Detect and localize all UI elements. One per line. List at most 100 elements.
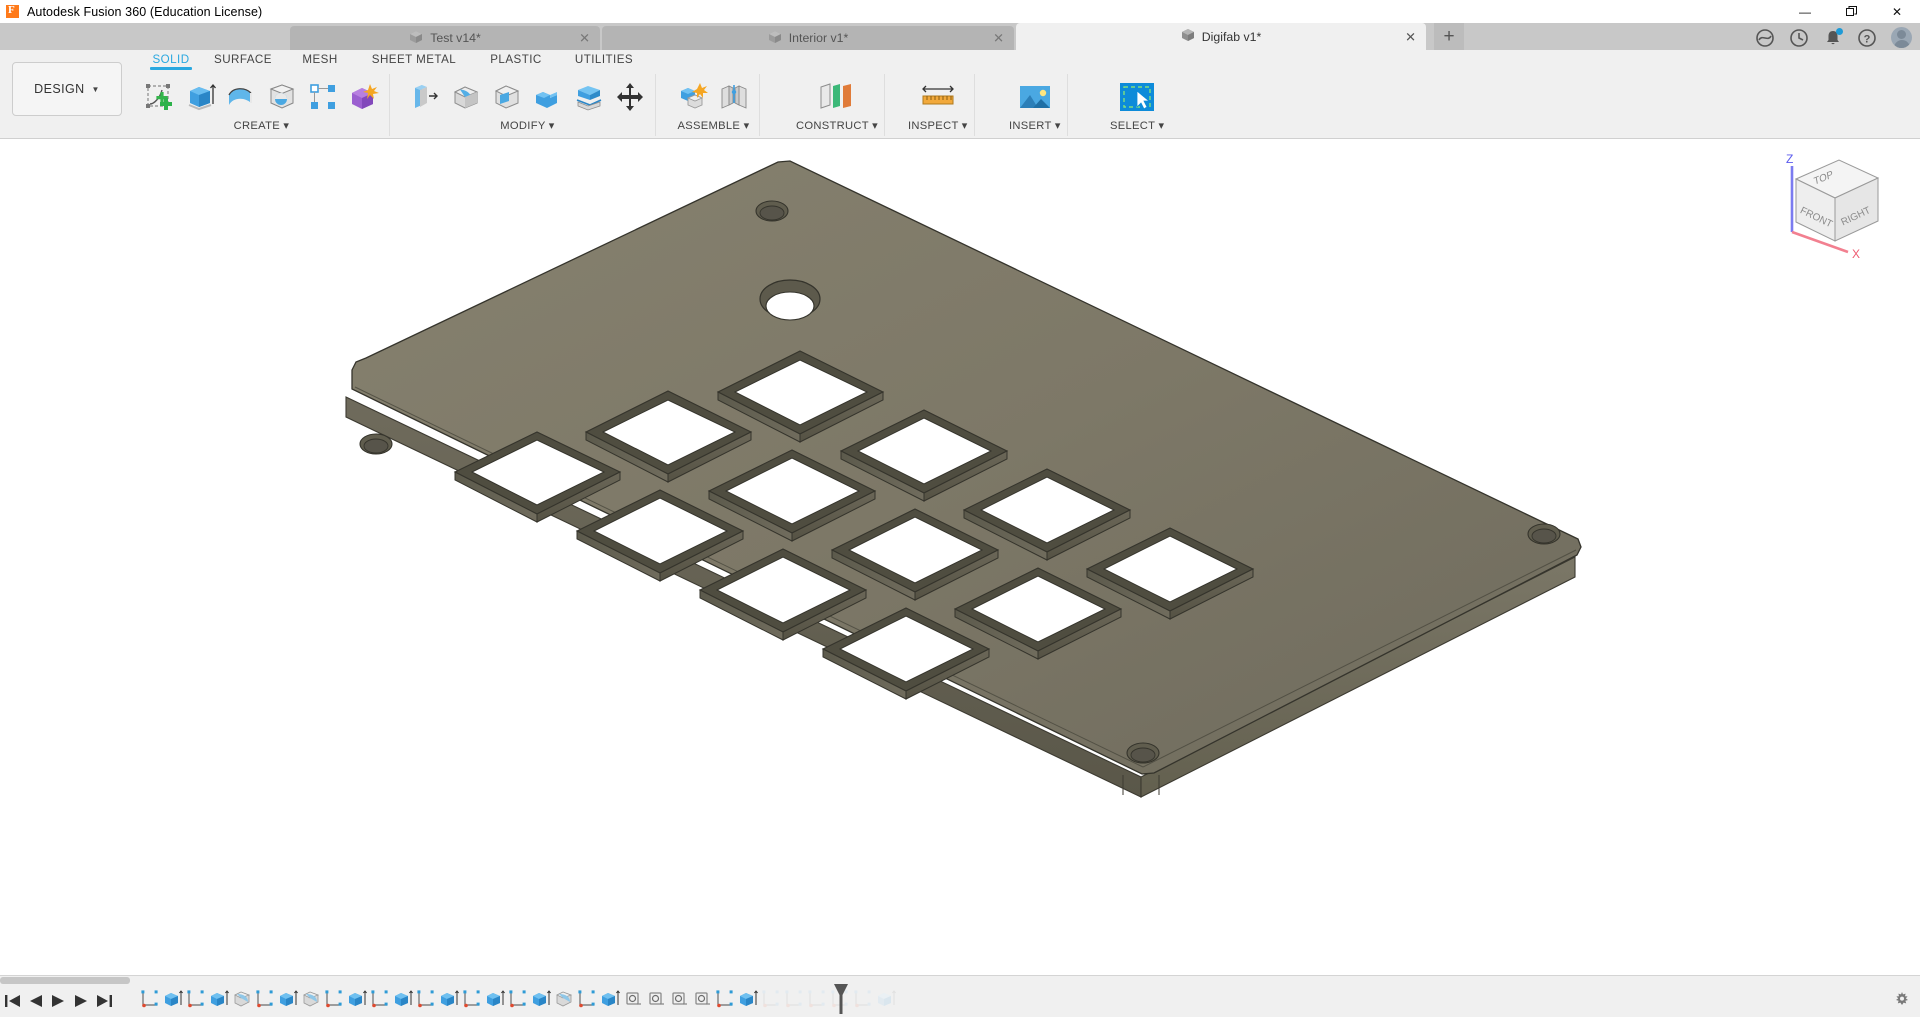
timeline-feature-sketch[interactable]: [186, 989, 208, 1013]
timeline-feature-sketch[interactable]: [416, 989, 438, 1013]
scrollbar-thumb[interactable]: [0, 977, 130, 984]
tabstrip-right-tools: ?: [1755, 27, 1912, 48]
notifications-bell-icon[interactable]: [1823, 27, 1843, 48]
ribbon-group-label-modify[interactable]: MODIFY ▾: [500, 119, 554, 132]
pattern-icon[interactable]: [304, 78, 342, 116]
timeline-feature-extrude[interactable]: [209, 989, 231, 1013]
close-tab-icon[interactable]: ✕: [993, 32, 1004, 45]
move-copy-icon[interactable]: [611, 78, 649, 116]
new-component-icon[interactable]: [674, 78, 712, 116]
sphere-icon[interactable]: [263, 78, 301, 116]
tab-plastic[interactable]: PLASTIC: [472, 50, 560, 70]
account-avatar[interactable]: [1891, 27, 1912, 48]
ribbon-group-label-inspect[interactable]: INSPECT ▾: [908, 119, 968, 132]
view-cube[interactable]: Z X TOP FRONT RIGHT: [1766, 148, 1886, 263]
timeline-feature-sketch[interactable]: [508, 989, 530, 1013]
tab-surface[interactable]: SURFACE: [202, 50, 284, 70]
document-tab-label: Test v14*: [430, 31, 481, 45]
timeline-feature-sketch[interactable]: [807, 989, 829, 1013]
shell-icon[interactable]: [488, 78, 526, 116]
timeline-feature-sketch[interactable]: [761, 989, 783, 1013]
viewport-canvas[interactable]: Z X TOP FRONT RIGHT: [0, 139, 1920, 975]
select-cursor-icon[interactable]: [1113, 78, 1161, 116]
timeline-feature-sketch[interactable]: [370, 989, 392, 1013]
timeline-feature-extrude[interactable]: [738, 989, 760, 1013]
press-pull-icon[interactable]: [406, 78, 444, 116]
timeline-feature-hole[interactable]: [692, 989, 714, 1013]
design-workspace-label: DESIGN: [34, 82, 85, 96]
design-workspace-button[interactable]: DESIGN ▼: [12, 62, 122, 116]
ribbon-group-assemble: ASSEMBLE ▾: [668, 74, 760, 136]
timeline-feature-extrude[interactable]: [278, 989, 300, 1013]
screw-hole-top: [755, 200, 789, 222]
timeline-feature-extrude[interactable]: [876, 989, 898, 1013]
timeline-feature-extrude[interactable]: [393, 989, 415, 1013]
timeline-feature-hole[interactable]: [623, 989, 645, 1013]
document-tab-digifab[interactable]: Digifab v1* ✕: [1016, 23, 1426, 50]
joint-icon[interactable]: [715, 78, 753, 116]
timeline-feature-sketch[interactable]: [853, 989, 875, 1013]
timeline-feature-sketch[interactable]: [255, 989, 277, 1013]
timeline-feature-extrude[interactable]: [439, 989, 461, 1013]
tab-solid[interactable]: SOLID: [140, 50, 202, 70]
timeline-feature-sketch[interactable]: [324, 989, 346, 1013]
timeline-scrollbar[interactable]: [0, 976, 1920, 985]
timeline-feature-extrude[interactable]: [485, 989, 507, 1013]
ribbon-group-label-assemble[interactable]: ASSEMBLE ▾: [677, 119, 749, 132]
fillet-icon[interactable]: [447, 78, 485, 116]
combine-icon[interactable]: [345, 78, 383, 116]
timeline-feature-extrude[interactable]: [163, 989, 185, 1013]
revolve-icon[interactable]: [222, 78, 260, 116]
document-tab-test[interactable]: Test v14* ✕: [290, 26, 600, 50]
close-button[interactable]: ✕: [1874, 0, 1920, 23]
timeline-feature-fillet[interactable]: [554, 989, 576, 1013]
maximize-button[interactable]: [1828, 0, 1874, 23]
step-back-icon[interactable]: [27, 992, 44, 1010]
close-tab-icon[interactable]: ✕: [579, 32, 590, 45]
timeline-feature-fillet[interactable]: [301, 989, 323, 1013]
timeline-settings-icon[interactable]: [1894, 991, 1910, 1007]
timeline-playback-controls: [4, 990, 113, 1012]
ribbon-group-label-create[interactable]: CREATE ▾: [234, 119, 290, 132]
new-tab-button[interactable]: +: [1434, 23, 1464, 50]
play-icon[interactable]: [50, 992, 67, 1010]
timeline-feature-fillet[interactable]: [232, 989, 254, 1013]
extensions-icon[interactable]: [1755, 28, 1775, 48]
document-tab-strip: Test v14* ✕ Interior v1* ✕ Digifab v1* ✕…: [0, 23, 1920, 50]
timeline-feature-sketch[interactable]: [462, 989, 484, 1013]
timeline-feature-sketch[interactable]: [140, 989, 162, 1013]
timeline-marker[interactable]: [833, 984, 849, 1014]
ribbon-group-label-construct[interactable]: CONSTRUCT ▾: [796, 119, 878, 132]
minimize-button[interactable]: —: [1782, 0, 1828, 23]
job-status-icon[interactable]: [1789, 28, 1809, 48]
timeline-feature-sketch[interactable]: [784, 989, 806, 1013]
timeline-feature-hole[interactable]: [646, 989, 668, 1013]
combine-bodies-icon[interactable]: [529, 78, 567, 116]
document-cube-icon: [1181, 28, 1195, 45]
ribbon-group-select: SELECT ▾: [1104, 74, 1170, 136]
insert-image-icon[interactable]: [1011, 78, 1059, 116]
timeline-feature-extrude[interactable]: [531, 989, 553, 1013]
keyboard-switch-plate-model[interactable]: [0, 139, 1920, 975]
tab-utilities[interactable]: UTILITIES: [560, 50, 648, 70]
step-forward-icon[interactable]: [73, 992, 90, 1010]
ribbon-group-label-select[interactable]: SELECT ▾: [1110, 119, 1164, 132]
split-face-icon[interactable]: [570, 78, 608, 116]
tab-mesh[interactable]: MESH: [284, 50, 356, 70]
measure-icon[interactable]: [914, 78, 962, 116]
timeline-feature-sketch[interactable]: [577, 989, 599, 1013]
document-tab-interior[interactable]: Interior v1* ✕: [602, 26, 1014, 50]
tab-sheet-metal[interactable]: SHEET METAL: [356, 50, 472, 70]
timeline-feature-hole[interactable]: [669, 989, 691, 1013]
timeline-feature-extrude[interactable]: [600, 989, 622, 1013]
help-icon[interactable]: ?: [1857, 28, 1877, 48]
offset-plane-icon[interactable]: [812, 78, 862, 116]
create-sketch-icon[interactable]: [140, 78, 178, 116]
timeline-feature-sketch[interactable]: [715, 989, 737, 1013]
close-tab-icon[interactable]: ✕: [1405, 30, 1416, 43]
go-to-end-icon[interactable]: [96, 992, 113, 1010]
extrude-icon[interactable]: [181, 78, 219, 116]
timeline-feature-extrude[interactable]: [347, 989, 369, 1013]
ribbon-group-label-insert[interactable]: INSERT ▾: [1009, 119, 1061, 132]
go-to-beginning-icon[interactable]: [4, 992, 21, 1010]
